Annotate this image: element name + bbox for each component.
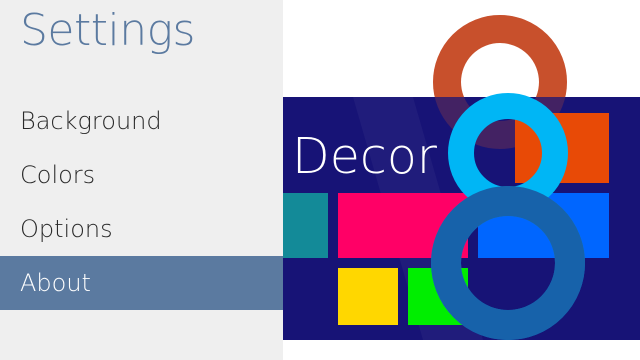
settings-page: Settings Background Colors Options About: [0, 0, 640, 360]
menu-item-about[interactable]: About: [0, 256, 283, 310]
menu-item-colors[interactable]: Colors: [0, 148, 283, 202]
yellow-tile: [338, 268, 398, 325]
teal-tile: [283, 193, 328, 258]
settings-sidebar: Settings Background Colors Options About: [0, 0, 283, 360]
settings-menu: Background Colors Options About: [0, 94, 283, 310]
menu-item-options[interactable]: Options: [0, 202, 283, 256]
menu-item-background[interactable]: Background: [0, 94, 283, 148]
logo-text: Decor: [292, 128, 438, 185]
decor-splash-logo: Decor: [283, 15, 640, 340]
about-panel: Decor: [283, 0, 640, 360]
page-title: Settings: [20, 5, 195, 56]
